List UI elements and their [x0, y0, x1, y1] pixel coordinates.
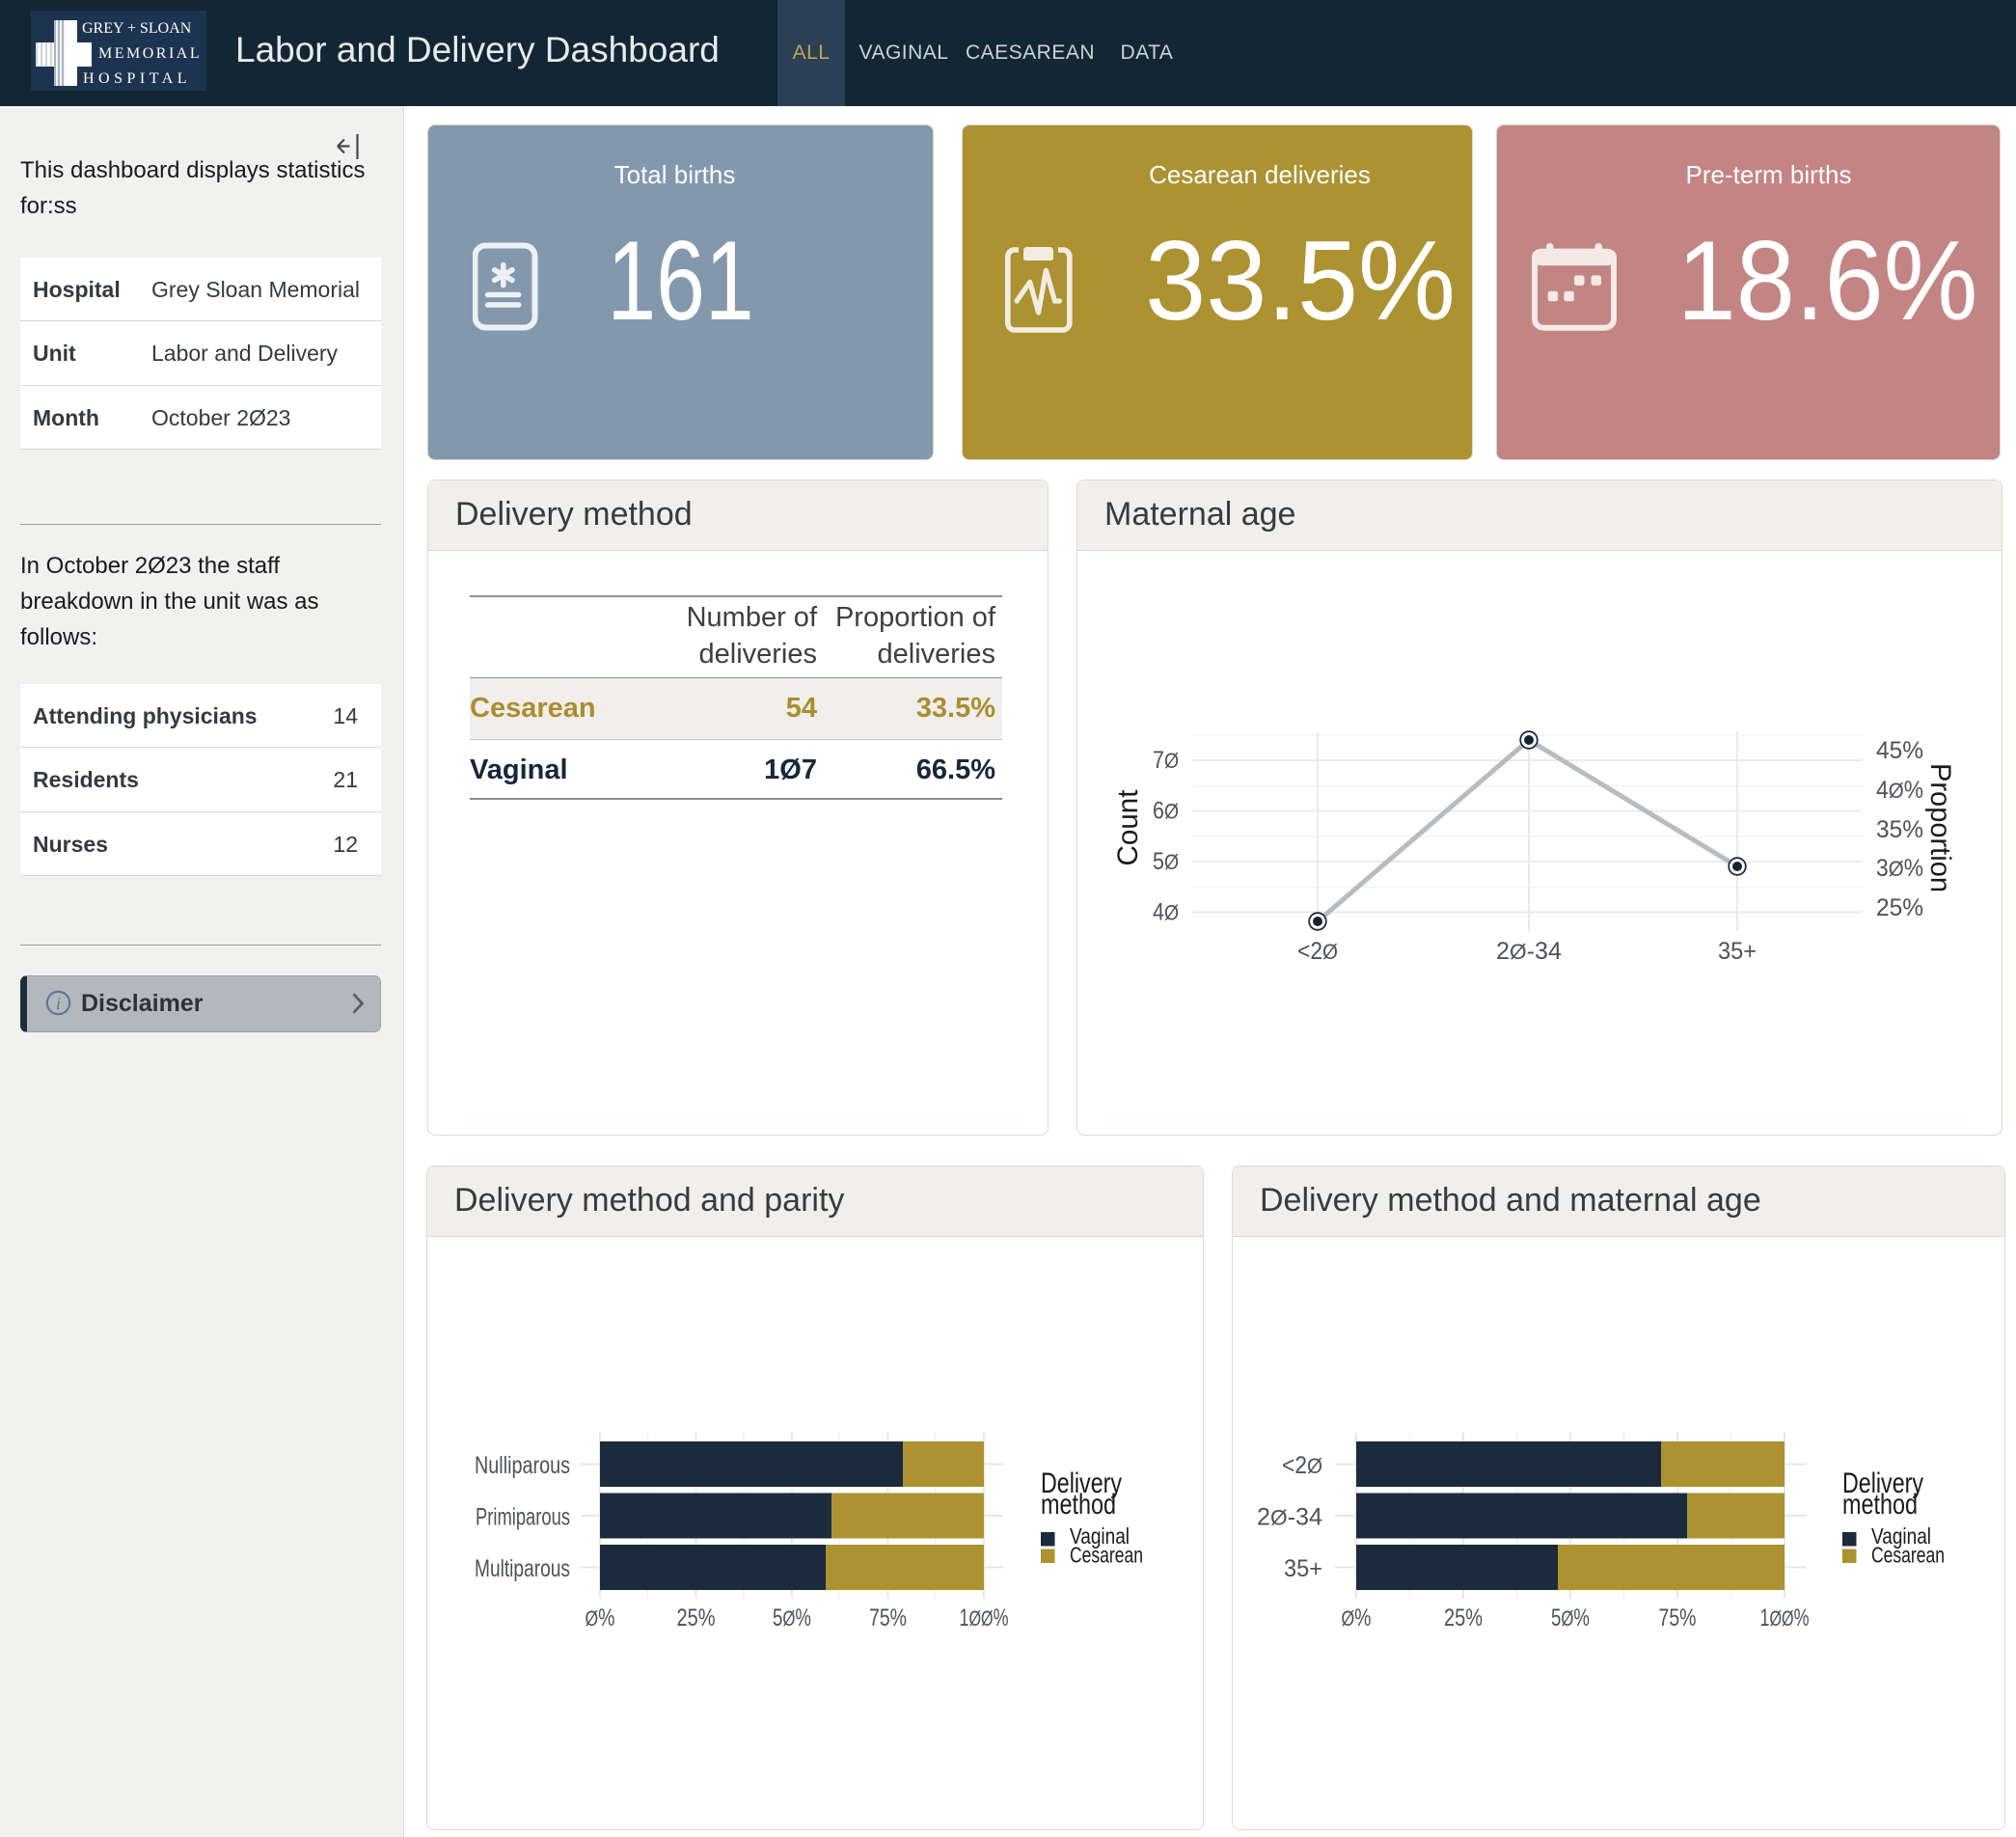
svg-text:<2Ø: <2Ø	[1282, 1452, 1322, 1479]
svg-text:6Ø: 6Ø	[1153, 798, 1179, 825]
svg-text:Ø%: Ø%	[586, 1604, 615, 1631]
svg-text:25%: 25%	[677, 1604, 716, 1631]
svg-text:method: method	[1842, 1489, 1918, 1521]
svg-text:35%: 35%	[1876, 816, 1923, 843]
svg-text:25%: 25%	[1876, 894, 1923, 921]
svg-text:45%: 45%	[1876, 737, 1923, 764]
svg-text:3Ø%: 3Ø%	[1876, 855, 1923, 882]
svg-text:2Ø-34: 2Ø-34	[1257, 1504, 1322, 1531]
svg-text:5Ø: 5Ø	[1153, 848, 1179, 875]
svg-text:Nulliparous: Nulliparous	[475, 1452, 570, 1479]
svg-text:Ø%: Ø%	[1342, 1604, 1372, 1631]
svg-text:Proportion: Proportion	[1924, 763, 1956, 892]
svg-text:7Ø: 7Ø	[1153, 747, 1179, 774]
svg-text:25%: 25%	[1444, 1604, 1483, 1631]
svg-text:Multiparous: Multiparous	[475, 1555, 570, 1582]
svg-text:5Ø%: 5Ø%	[773, 1604, 811, 1631]
svg-text:1ØØ%: 1ØØ%	[960, 1604, 1009, 1631]
svg-text:method: method	[1041, 1489, 1116, 1521]
svg-text:4Ø: 4Ø	[1153, 899, 1179, 926]
svg-text:4Ø%: 4Ø%	[1876, 777, 1923, 804]
svg-text:35+: 35+	[1284, 1555, 1322, 1582]
svg-text:75%: 75%	[869, 1604, 907, 1631]
svg-text:Cesarean: Cesarean	[1871, 1543, 1945, 1568]
svg-text:<2Ø: <2Ø	[1297, 938, 1338, 965]
svg-text:2Ø-34: 2Ø-34	[1496, 938, 1562, 965]
svg-text:1ØØ%: 1ØØ%	[1760, 1604, 1810, 1631]
svg-text:Count: Count	[1112, 789, 1144, 866]
svg-text:Cesarean: Cesarean	[1070, 1543, 1143, 1568]
svg-text:5Ø%: 5Ø%	[1551, 1604, 1590, 1631]
svg-text:i: i	[56, 994, 61, 1013]
svg-text:Primiparous: Primiparous	[476, 1504, 570, 1531]
svg-text:75%: 75%	[1659, 1604, 1697, 1631]
svg-text:35+: 35+	[1718, 938, 1757, 965]
